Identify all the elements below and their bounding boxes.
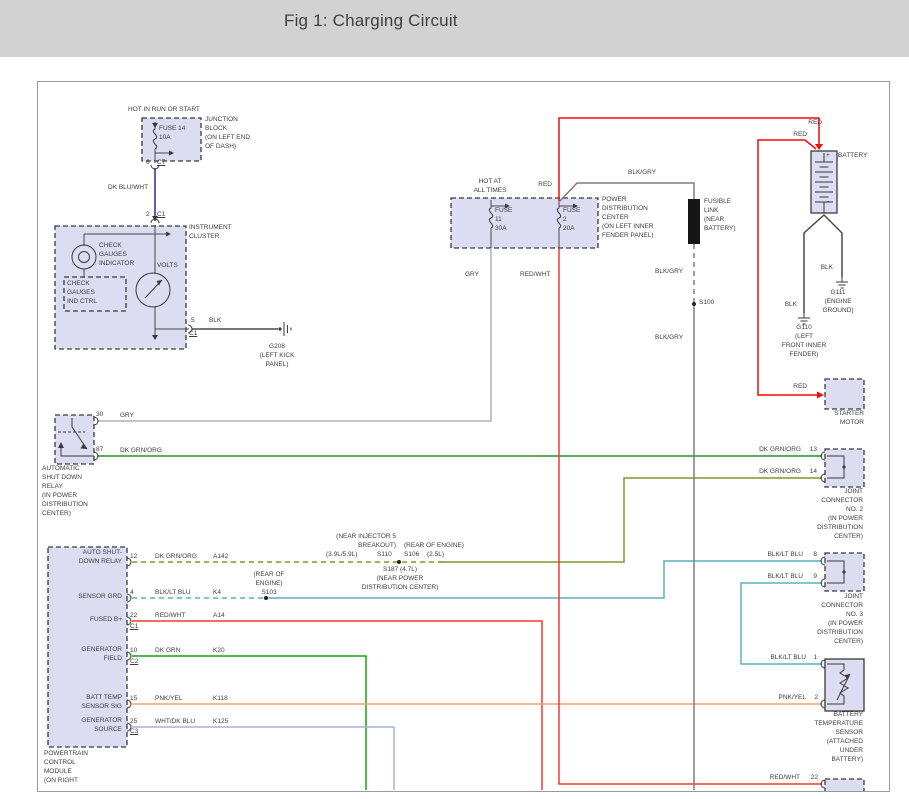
splice-s103 <box>264 596 268 600</box>
wiring-diagram-page: Fig 1: Charging Circuit <box>0 0 909 799</box>
fusible-link-icon <box>688 199 700 244</box>
wire-battery-negative <box>804 215 842 313</box>
g110-ground-icon <box>798 313 810 324</box>
wire-a142-solid <box>439 478 822 562</box>
g208-ground-icon <box>278 322 291 336</box>
title-bar: Fig 1: Charging Circuit <box>0 0 909 57</box>
splices-layer <box>264 302 696 600</box>
pcm-box <box>48 547 127 747</box>
wire-a14-red-wht <box>132 621 542 790</box>
splice-s110 <box>397 560 401 564</box>
wire-k4-solid <box>264 561 822 598</box>
wire-jc3-to-bts <box>741 583 822 664</box>
jc3-jumper-dot <box>842 570 845 573</box>
wire-red-battery-feed <box>559 118 819 201</box>
instrument-cluster-box <box>55 226 186 349</box>
splice-s100 <box>692 302 696 306</box>
pin-connectors-layer <box>94 165 825 788</box>
wire-k125-wht-dk-blu <box>132 727 394 790</box>
figure-title: Fig 1: Charging Circuit <box>284 11 458 31</box>
junction-block-box <box>142 118 201 161</box>
battery-feed-arrow <box>815 144 823 150</box>
asd-relay-box <box>55 415 94 464</box>
bottom-right-box <box>825 779 864 791</box>
wiring-diagram <box>38 82 889 791</box>
wire-red-starter <box>758 140 817 395</box>
diagram-frame <box>37 81 890 792</box>
starter-motor-box <box>825 379 864 409</box>
component-boxes <box>48 118 864 791</box>
jc2-jumper-dot <box>842 465 845 468</box>
starter-feed-arrow <box>817 392 824 399</box>
wire-k20-dk-grn <box>132 656 366 790</box>
g111-ground-icon <box>836 277 848 288</box>
